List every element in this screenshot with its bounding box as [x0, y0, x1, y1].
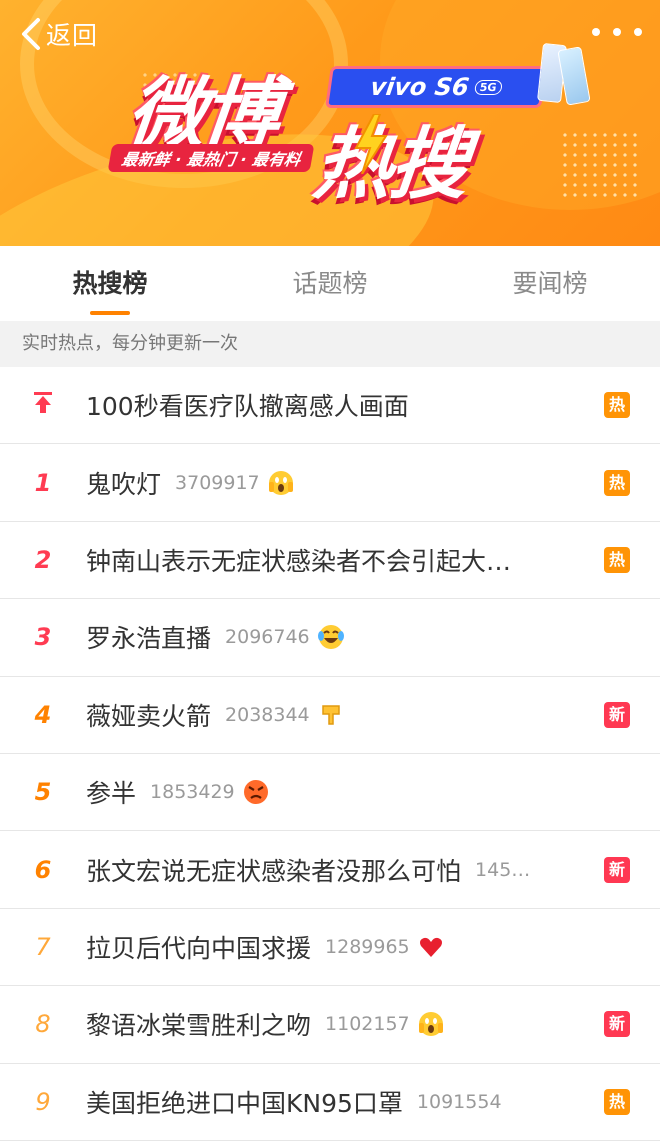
list-item[interactable]: 6 张文宏说无症状感染者没那么可怕 145… 新	[0, 831, 660, 909]
list-item[interactable]: 2 钟南山表示无症状感染者不会引起大… 热	[0, 522, 660, 600]
item-title: 参半	[86, 779, 137, 809]
item-title: 罗永浩直播	[86, 624, 212, 654]
item-count: 2038344	[225, 703, 310, 726]
lightning-bolt-icon	[354, 114, 388, 174]
item-count: 1289965	[325, 935, 410, 958]
list-item[interactable]: 8 黎语冰棠雪胜利之吻 1102157 新	[0, 986, 660, 1064]
weibo-hot-search-logo: 微博 热搜 最新鲜 · 最热门 · 最有料 vivo S6 5G	[107, 42, 630, 210]
back-label: 返回	[46, 21, 99, 50]
sponsor-badge: vivo S6 5G	[325, 66, 547, 108]
dot-icon	[634, 28, 642, 36]
item-title: 美国拒绝进口中国KN95口罩	[86, 1088, 403, 1118]
item-count: 1102157	[325, 1013, 410, 1036]
list-item[interactable]: 100秒看医疗队撤离感人画面 热	[0, 367, 660, 445]
angry-face-icon	[243, 780, 268, 805]
new-badge: 新	[604, 701, 630, 728]
ranking-tabs: 热搜榜 话题榜 要闻榜	[0, 246, 660, 321]
logo-tagline: 最新鲜 · 最热门 · 最有料	[107, 144, 315, 172]
logo-title-hot-search: 热搜	[309, 120, 472, 210]
tab-label: 热搜榜	[72, 269, 148, 298]
tab-hot-search[interactable]: 热搜榜	[0, 246, 220, 321]
rank-number: 5	[34, 778, 52, 807]
section-header: 实时热点，每分钟更新一次	[0, 321, 660, 367]
list-item[interactable]: 7 拉贝后代向中国求援 1289965	[0, 909, 660, 987]
phone-illustration	[537, 42, 591, 106]
hand-point-down-icon	[321, 705, 340, 725]
list-item[interactable]: 4 薇娅卖火箭 2038344 新	[0, 677, 660, 754]
list-item[interactable]: 3 罗永浩直播 2096746	[0, 599, 660, 677]
list-item[interactable]: 9 美国拒绝进口中国KN95口罩 1091554 热	[0, 1064, 660, 1141]
hot-badge: 热	[604, 469, 630, 496]
tab-label: 话题榜	[292, 269, 368, 298]
new-badge: 新	[604, 1011, 630, 1038]
hot-search-banner: 返回 微博 热搜 最新鲜 · 最热门 · 最有料 vivo S6 5G	[0, 0, 660, 246]
tab-label: 要闻榜	[512, 269, 588, 298]
hot-search-list: 100秒看医疗队撤离感人画面 热 1 鬼吹灯 3709917 热 2 钟南山表示…	[0, 367, 660, 1141]
item-count: 1091554	[416, 1090, 502, 1113]
phone-image	[557, 46, 591, 106]
more-options-button[interactable]	[592, 22, 642, 42]
new-badge: 新	[604, 856, 630, 883]
rank-number: 8	[35, 1010, 51, 1039]
item-title: 100秒看医疗队撤离感人画面	[86, 392, 409, 422]
rank-number: 3	[34, 623, 52, 652]
item-title: 钟南山表示无症状感染者不会引起大…	[86, 546, 512, 576]
list-item[interactable]: 5 参半 1853429	[0, 754, 660, 832]
list-item[interactable]: 1 鬼吹灯 3709917 热	[0, 444, 660, 522]
rank-number: 6	[34, 855, 52, 884]
rank-number: 9	[35, 1087, 51, 1116]
item-title: 黎语冰棠雪胜利之吻	[86, 1011, 312, 1041]
rank-number: 1	[34, 468, 52, 497]
back-button[interactable]: 返回	[18, 14, 98, 54]
item-count: 1853429	[150, 781, 235, 804]
pinned-rank	[0, 390, 86, 420]
item-title: 拉贝后代向中国求援	[86, 933, 312, 963]
item-count: 2096746	[225, 626, 310, 649]
hot-badge: 热	[604, 546, 630, 573]
active-tab-indicator	[90, 311, 130, 315]
pin-top-icon	[34, 392, 52, 414]
scream-face-icon	[418, 1012, 443, 1037]
tab-headlines[interactable]: 要闻榜	[440, 246, 660, 321]
item-count: 3709917	[175, 471, 260, 494]
chevron-left-icon	[22, 18, 40, 50]
item-count: 145…	[475, 858, 531, 881]
dot-icon	[613, 28, 621, 36]
sponsor-name: vivo S6	[368, 73, 471, 101]
5g-badge: 5G	[473, 79, 503, 95]
hot-badge: 热	[604, 392, 630, 419]
item-title: 鬼吹灯	[86, 469, 162, 499]
rank-number: 2	[34, 545, 52, 574]
scream-face-icon	[268, 470, 293, 495]
dot-icon	[592, 28, 600, 36]
laughing-tears-icon	[317, 625, 344, 650]
item-title: 张文宏说无症状感染者没那么可怕	[86, 856, 462, 886]
tab-topics[interactable]: 话题榜	[220, 246, 440, 321]
hot-badge: 热	[604, 1088, 630, 1115]
red-heart-icon	[419, 937, 442, 957]
item-title: 薇娅卖火箭	[86, 701, 212, 731]
rank-number: 4	[34, 700, 52, 729]
rank-number: 7	[35, 932, 51, 961]
